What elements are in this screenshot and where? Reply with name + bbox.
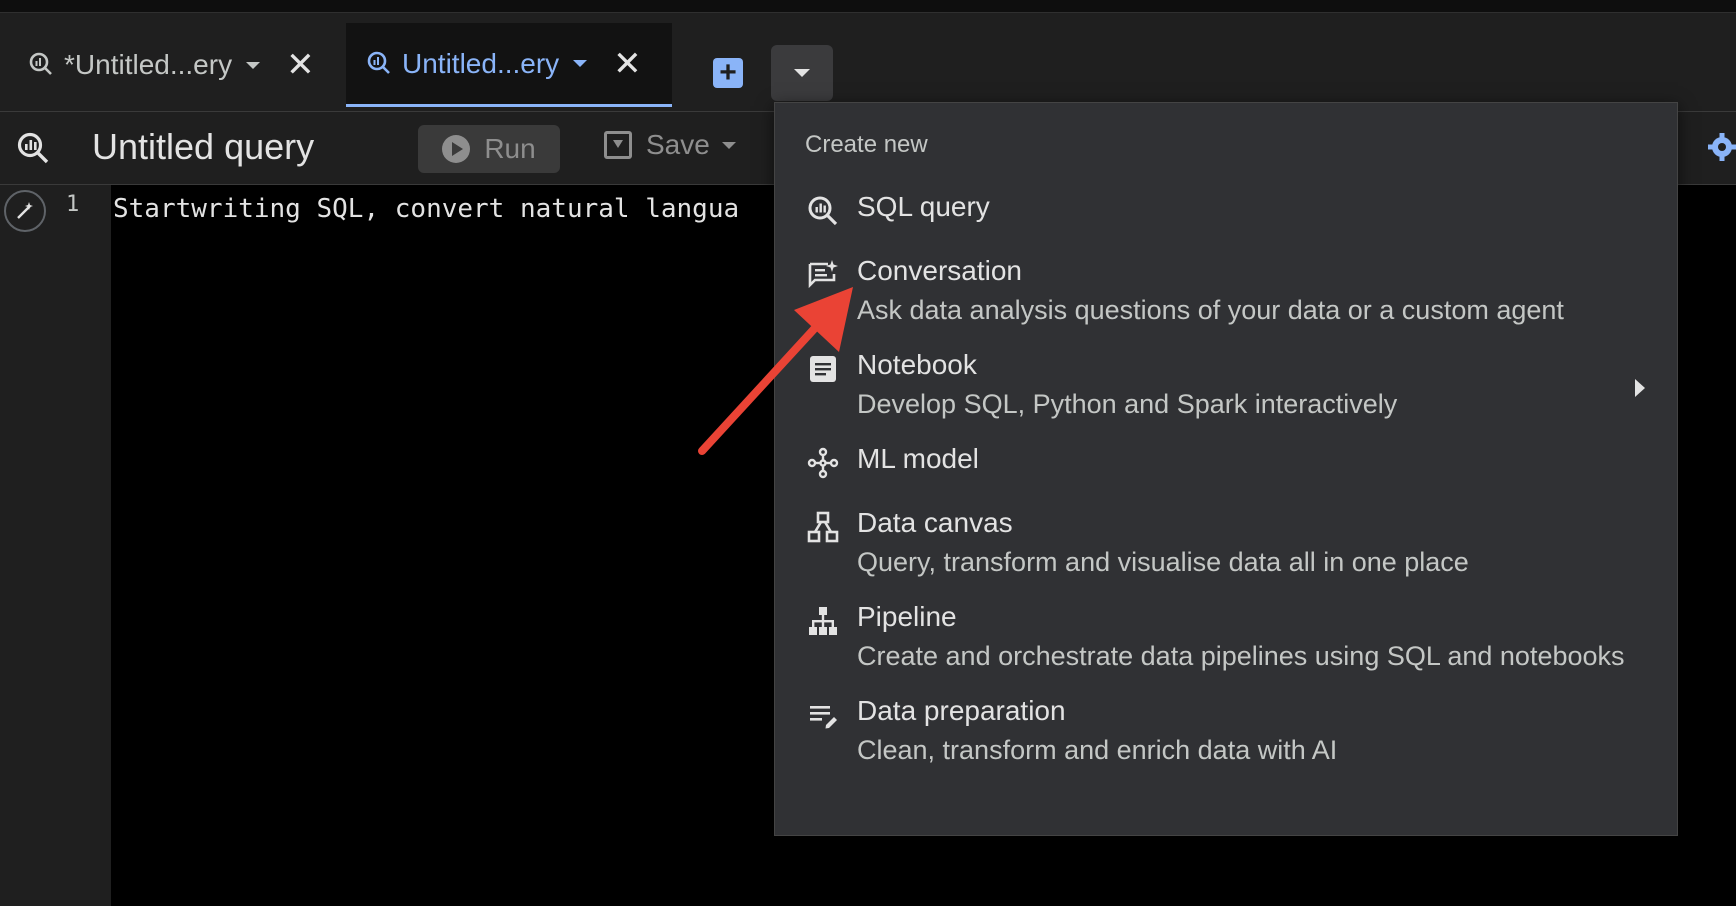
notebook-icon xyxy=(807,353,839,385)
menu-item-notebook[interactable]: Notebook Develop SQL, Python and Spark i… xyxy=(775,343,1677,439)
menu-item-sql-query[interactable]: SQL query xyxy=(775,185,1677,239)
close-icon[interactable]: ✕ xyxy=(613,47,642,81)
line-number: 1 xyxy=(66,192,80,217)
add-tab-icon[interactable]: + xyxy=(713,58,743,88)
editor-placeholder-text: Startwriting SQL, convert natural langua xyxy=(113,194,740,224)
menu-item-title: Data canvas xyxy=(857,507,1013,538)
create-new-dropdown-button[interactable] xyxy=(771,45,833,101)
menu-item-title: Conversation xyxy=(857,255,1022,286)
menu-item-title: Pipeline xyxy=(857,601,957,632)
menu-item-pipeline[interactable]: Pipeline Create and orchestrate data pip… xyxy=(775,595,1677,691)
run-label: Run xyxy=(484,133,536,164)
tab-label: Untitled...ery xyxy=(402,47,560,79)
menu-item-description: Develop SQL, Python and Spark interactiv… xyxy=(857,389,1398,419)
query-magnifier-icon xyxy=(16,131,50,165)
menu-item-title: SQL query xyxy=(857,191,990,222)
close-icon[interactable]: ✕ xyxy=(286,48,315,82)
play-icon xyxy=(442,135,471,163)
tab-untitled-query-2[interactable]: Untitled...ery ✕ xyxy=(346,23,672,107)
menu-item-data-canvas[interactable]: Data canvas Query, transform and visuali… xyxy=(775,501,1677,597)
submenu-arrow-icon xyxy=(1635,379,1645,397)
query-magnifier-icon xyxy=(28,51,56,79)
data-preparation-icon xyxy=(807,699,839,731)
create-new-menu: Create new SQL query Conversation Ask da… xyxy=(774,102,1678,836)
query-magnifier-icon xyxy=(366,50,394,78)
sql-query-icon xyxy=(807,195,839,227)
menu-item-title: Notebook xyxy=(857,349,977,380)
menu-item-conversation[interactable]: Conversation Ask data analysis questions… xyxy=(775,249,1677,345)
menu-item-description: Query, transform and visualise data all … xyxy=(857,547,1469,577)
caret-down-icon xyxy=(794,69,810,77)
run-button[interactable]: Run xyxy=(418,125,560,173)
chevron-down-icon[interactable] xyxy=(246,61,261,69)
menu-item-description: Clean, transform and enrich data with AI xyxy=(857,735,1338,765)
data-canvas-icon xyxy=(807,511,839,543)
menu-item-description: Ask data analysis questions of your data… xyxy=(857,295,1564,325)
menu-item-data-preparation[interactable]: Data preparation Clean, transform and en… xyxy=(775,689,1677,785)
ml-model-icon xyxy=(807,447,839,479)
save-button[interactable]: Save xyxy=(604,129,736,161)
chevron-down-icon xyxy=(721,141,736,149)
pipeline-icon xyxy=(807,605,839,637)
menu-item-title: Data preparation xyxy=(857,695,1066,726)
menu-item-ml-model[interactable]: ML model xyxy=(775,437,1677,491)
tab-label: *Untitled...ery xyxy=(64,49,233,80)
editor-gutter xyxy=(0,185,111,906)
save-label: Save xyxy=(646,129,710,160)
save-icon xyxy=(604,131,632,159)
ai-assist-pen-icon[interactable] xyxy=(4,190,46,232)
query-title[interactable]: Untitled query xyxy=(92,126,314,168)
tab-untitled-query-1[interactable]: *Untitled...ery ✕ xyxy=(28,23,315,107)
chevron-down-icon[interactable] xyxy=(573,60,588,67)
menu-item-title: ML model xyxy=(857,443,979,474)
conversation-icon xyxy=(807,259,839,291)
menu-header: Create new xyxy=(805,131,928,158)
menu-item-description: Create and orchestrate data pipelines us… xyxy=(857,641,1625,671)
gear-icon[interactable] xyxy=(1707,132,1736,162)
window-top-strip xyxy=(0,0,1736,13)
